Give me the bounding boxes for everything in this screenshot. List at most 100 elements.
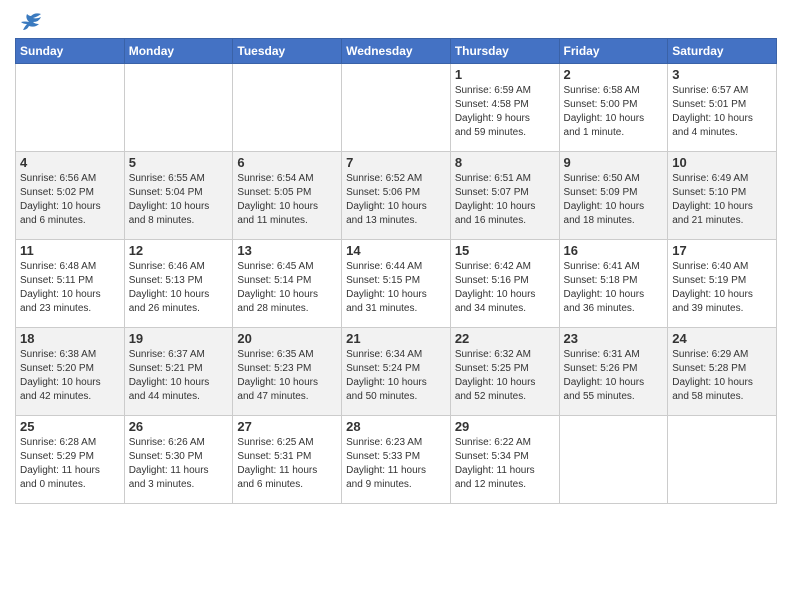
- week-row-4: 18Sunrise: 6:38 AM Sunset: 5:20 PM Dayli…: [16, 328, 777, 416]
- calendar-cell: 27Sunrise: 6:25 AM Sunset: 5:31 PM Dayli…: [233, 416, 342, 504]
- calendar-cell: 7Sunrise: 6:52 AM Sunset: 5:06 PM Daylig…: [342, 152, 451, 240]
- calendar-cell: 17 Sunrise: 6:40 AM Sunset: 5:19 PM Dayli…: [668, 240, 777, 328]
- day-info: Sunrise: 6:56 AM Sunset: 5:02 PM Dayligh…: [20, 172, 120, 228]
- day-number: 20: [237, 331, 337, 346]
- day-info: Sunrise: 6:41 AM Sunset: 5:18 PM Dayligh…: [564, 260, 664, 316]
- day-info: Sunrise: 6:46 AM Sunset: 5:13 PM Dayligh…: [129, 260, 229, 316]
- header-row: SundayMondayTuesdayWednesdayThursdayFrid…: [16, 39, 777, 64]
- calendar-cell: 16 Sunrise: 6:41 AM Sunset: 5:18 PM Dayli…: [559, 240, 668, 328]
- day-info: Sunrise: 6:22 AM Sunset: 5:34 PM Dayligh…: [455, 436, 555, 492]
- calendar-cell: [16, 64, 125, 152]
- calendar-cell: 21 Sunrise: 6:34 AM Sunset: 5:24 PM Dayli…: [342, 328, 451, 416]
- week-row-1: 1Sunrise: 6:59 AM Sunset: 4:58 PM Daylig…: [16, 64, 777, 152]
- day-info: Sunrise: 6:45 AM Sunset: 5:14 PM Dayligh…: [237, 260, 337, 316]
- week-row-3: 11 Sunrise: 6:48 AM Sunset: 5:11 PM Dayli…: [16, 240, 777, 328]
- day-number: 23: [564, 331, 664, 346]
- day-info: Sunrise: 6:35 AM Sunset: 5:23 PM Dayligh…: [237, 348, 337, 404]
- day-number: 14: [346, 243, 446, 258]
- calendar-cell: 3 Sunrise: 6:57 AM Sunset: 5:01 PM Daylig…: [668, 64, 777, 152]
- header-day-friday: Friday: [559, 39, 668, 64]
- calendar-cell: 29 Sunrise: 6:22 AM Sunset: 5:34 PM Dayli…: [450, 416, 559, 504]
- header-day-sunday: Sunday: [16, 39, 125, 64]
- calendar-cell: 25 Sunrise: 6:28 AM Sunset: 5:29 PM Dayli…: [16, 416, 125, 504]
- day-info: Sunrise: 6:23 AM Sunset: 5:33 PM Dayligh…: [346, 436, 446, 492]
- day-number: 18: [20, 331, 120, 346]
- day-number: 24: [672, 331, 772, 346]
- calendar-cell: 4Sunrise: 6:56 AM Sunset: 5:02 PM Daylig…: [16, 152, 125, 240]
- day-number: 12: [129, 243, 229, 258]
- day-number: 29: [455, 419, 555, 434]
- calendar-cell: 8 Sunrise: 6:51 AM Sunset: 5:07 PM Daylig…: [450, 152, 559, 240]
- day-number: 17: [672, 243, 772, 258]
- header: [15, 10, 777, 30]
- day-number: 3: [672, 67, 772, 82]
- calendar-cell: 24Sunrise: 6:29 AM Sunset: 5:28 PM Dayli…: [668, 328, 777, 416]
- calendar-table: SundayMondayTuesdayWednesdayThursdayFrid…: [15, 38, 777, 504]
- calendar-cell: 15 Sunrise: 6:42 AM Sunset: 5:16 PM Dayli…: [450, 240, 559, 328]
- calendar-cell: 1Sunrise: 6:59 AM Sunset: 4:58 PM Daylig…: [450, 64, 559, 152]
- calendar-cell: [233, 64, 342, 152]
- day-number: 1: [455, 67, 555, 82]
- day-number: 6: [237, 155, 337, 170]
- calendar-cell: 9 Sunrise: 6:50 AM Sunset: 5:09 PM Daylig…: [559, 152, 668, 240]
- day-info: Sunrise: 6:44 AM Sunset: 5:15 PM Dayligh…: [346, 260, 446, 316]
- day-number: 19: [129, 331, 229, 346]
- day-number: 28: [346, 419, 446, 434]
- calendar-cell: 18Sunrise: 6:38 AM Sunset: 5:20 PM Dayli…: [16, 328, 125, 416]
- calendar-cell: 26 Sunrise: 6:26 AM Sunset: 5:30 PM Dayli…: [124, 416, 233, 504]
- header-day-tuesday: Tuesday: [233, 39, 342, 64]
- calendar-cell: 13 Sunrise: 6:45 AM Sunset: 5:14 PM Dayli…: [233, 240, 342, 328]
- day-info: Sunrise: 6:42 AM Sunset: 5:16 PM Dayligh…: [455, 260, 555, 316]
- day-number: 16: [564, 243, 664, 258]
- day-info: Sunrise: 6:32 AM Sunset: 5:25 PM Dayligh…: [455, 348, 555, 404]
- calendar-cell: 11 Sunrise: 6:48 AM Sunset: 5:11 PM Dayli…: [16, 240, 125, 328]
- day-number: 27: [237, 419, 337, 434]
- day-number: 2: [564, 67, 664, 82]
- calendar-cell: 10Sunrise: 6:49 AM Sunset: 5:10 PM Dayli…: [668, 152, 777, 240]
- day-number: 8: [455, 155, 555, 170]
- day-info: Sunrise: 6:28 AM Sunset: 5:29 PM Dayligh…: [20, 436, 120, 492]
- calendar-cell: 23 Sunrise: 6:31 AM Sunset: 5:26 PM Dayli…: [559, 328, 668, 416]
- calendar-cell: [342, 64, 451, 152]
- calendar-cell: 5 Sunrise: 6:55 AM Sunset: 5:04 PM Daylig…: [124, 152, 233, 240]
- week-row-5: 25 Sunrise: 6:28 AM Sunset: 5:29 PM Dayli…: [16, 416, 777, 504]
- day-number: 15: [455, 243, 555, 258]
- calendar-cell: [124, 64, 233, 152]
- day-number: 11: [20, 243, 120, 258]
- day-number: 10: [672, 155, 772, 170]
- day-info: Sunrise: 6:51 AM Sunset: 5:07 PM Dayligh…: [455, 172, 555, 228]
- calendar-cell: 20 Sunrise: 6:35 AM Sunset: 5:23 PM Dayli…: [233, 328, 342, 416]
- calendar-cell: 12 Sunrise: 6:46 AM Sunset: 5:13 PM Dayli…: [124, 240, 233, 328]
- calendar-cell: 2 Sunrise: 6:58 AM Sunset: 5:00 PM Daylig…: [559, 64, 668, 152]
- page-container: SundayMondayTuesdayWednesdayThursdayFrid…: [0, 0, 792, 509]
- header-day-thursday: Thursday: [450, 39, 559, 64]
- day-number: 21: [346, 331, 446, 346]
- calendar-cell: 14 Sunrise: 6:44 AM Sunset: 5:15 PM Dayli…: [342, 240, 451, 328]
- day-info: Sunrise: 6:57 AM Sunset: 5:01 PM Dayligh…: [672, 84, 772, 140]
- day-number: 26: [129, 419, 229, 434]
- calendar-cell: [559, 416, 668, 504]
- day-info: Sunrise: 6:37 AM Sunset: 5:21 PM Dayligh…: [129, 348, 229, 404]
- day-info: Sunrise: 6:34 AM Sunset: 5:24 PM Dayligh…: [346, 348, 446, 404]
- calendar-cell: 22 Sunrise: 6:32 AM Sunset: 5:25 PM Dayli…: [450, 328, 559, 416]
- day-info: Sunrise: 6:48 AM Sunset: 5:11 PM Dayligh…: [20, 260, 120, 316]
- day-info: Sunrise: 6:40 AM Sunset: 5:19 PM Dayligh…: [672, 260, 772, 316]
- calendar-cell: 19 Sunrise: 6:37 AM Sunset: 5:21 PM Dayli…: [124, 328, 233, 416]
- logo: [15, 14, 45, 30]
- calendar-cell: 6 Sunrise: 6:54 AM Sunset: 5:05 PM Daylig…: [233, 152, 342, 240]
- day-info: Sunrise: 6:58 AM Sunset: 5:00 PM Dayligh…: [564, 84, 664, 140]
- day-info: Sunrise: 6:26 AM Sunset: 5:30 PM Dayligh…: [129, 436, 229, 492]
- day-number: 22: [455, 331, 555, 346]
- day-number: 5: [129, 155, 229, 170]
- calendar-cell: 28 Sunrise: 6:23 AM Sunset: 5:33 PM Dayli…: [342, 416, 451, 504]
- header-day-saturday: Saturday: [668, 39, 777, 64]
- day-info: Sunrise: 6:55 AM Sunset: 5:04 PM Dayligh…: [129, 172, 229, 228]
- day-info: Sunrise: 6:50 AM Sunset: 5:09 PM Dayligh…: [564, 172, 664, 228]
- day-info: Sunrise: 6:31 AM Sunset: 5:26 PM Dayligh…: [564, 348, 664, 404]
- day-number: 25: [20, 419, 120, 434]
- header-day-wednesday: Wednesday: [342, 39, 451, 64]
- day-info: Sunrise: 6:54 AM Sunset: 5:05 PM Dayligh…: [237, 172, 337, 228]
- logo-bird-icon: [17, 12, 45, 34]
- day-number: 9: [564, 155, 664, 170]
- day-number: 13: [237, 243, 337, 258]
